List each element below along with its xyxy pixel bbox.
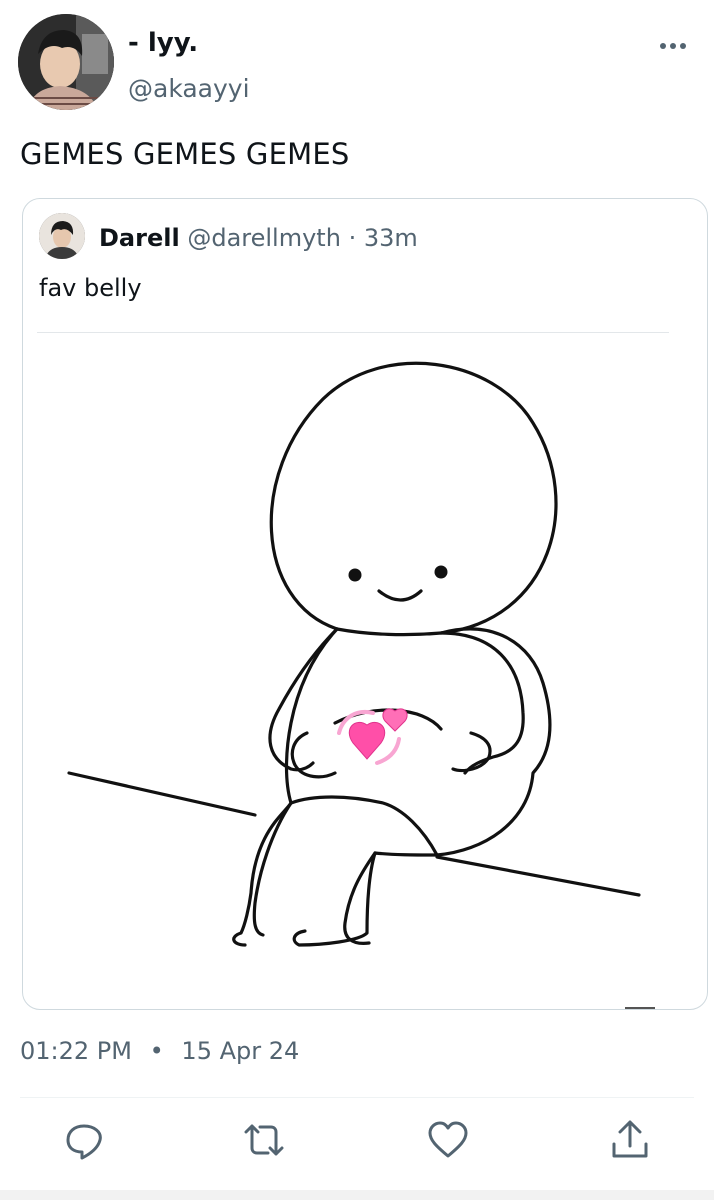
avatar-photo xyxy=(18,14,114,110)
tweet-timestamp: 01:22 PM • 15 Apr 24 xyxy=(20,1036,299,1066)
quoted-tweet-image[interactable] xyxy=(23,333,708,1009)
quoted-separator: · xyxy=(348,224,364,252)
quoted-tweet-header: Darell @darellmyth · 33m xyxy=(99,223,418,253)
quoted-display-name[interactable]: Darell xyxy=(99,224,180,252)
retweet-button[interactable] xyxy=(242,1118,286,1162)
character-right-arm xyxy=(439,631,525,775)
ledge-line-right xyxy=(435,855,641,897)
like-button[interactable] xyxy=(426,1118,470,1162)
quoted-handle[interactable]: @darellmyth xyxy=(187,224,341,252)
quoted-author-avatar[interactable] xyxy=(39,213,85,259)
character-left-arm xyxy=(268,627,339,772)
author-avatar[interactable] xyxy=(18,14,114,110)
quoted-avatar-photo xyxy=(39,213,85,259)
character-body xyxy=(232,627,339,947)
quoted-tweet-text: fav belly xyxy=(39,274,142,302)
actions-divider xyxy=(20,1097,694,1098)
character-right-eye xyxy=(434,565,448,579)
ledge-line-left xyxy=(67,771,257,817)
tweet-date: 15 Apr 24 xyxy=(181,1037,300,1065)
character-left-eye xyxy=(348,568,362,582)
bottom-edge xyxy=(0,1190,714,1200)
character-head xyxy=(269,361,558,637)
share-icon xyxy=(612,1120,648,1158)
quoted-time: 33m xyxy=(363,224,418,252)
author-display-name[interactable]: - lyy. xyxy=(128,28,198,58)
tweet-text: GEMES GEMES GEMES xyxy=(20,137,350,171)
timestamp-separator: • xyxy=(149,1037,164,1065)
more-options-icon[interactable] xyxy=(658,36,688,56)
character-belly xyxy=(290,731,337,779)
tweet-actions-bar xyxy=(0,1118,714,1168)
image-corner-mark xyxy=(625,1007,655,1009)
reply-icon xyxy=(66,1124,102,1160)
reply-button[interactable] xyxy=(64,1118,108,1162)
heart-icon xyxy=(428,1121,468,1158)
character-smile xyxy=(377,589,423,602)
quoted-tweet-card[interactable]: Darell @darellmyth · 33m fav belly xyxy=(22,198,708,1010)
revolving-hearts-emoji xyxy=(337,708,408,765)
tweet-time: 01:22 PM xyxy=(20,1037,132,1065)
share-button[interactable] xyxy=(608,1118,652,1162)
author-handle[interactable]: @akaayyi xyxy=(128,74,250,104)
retweet-icon xyxy=(244,1124,284,1156)
